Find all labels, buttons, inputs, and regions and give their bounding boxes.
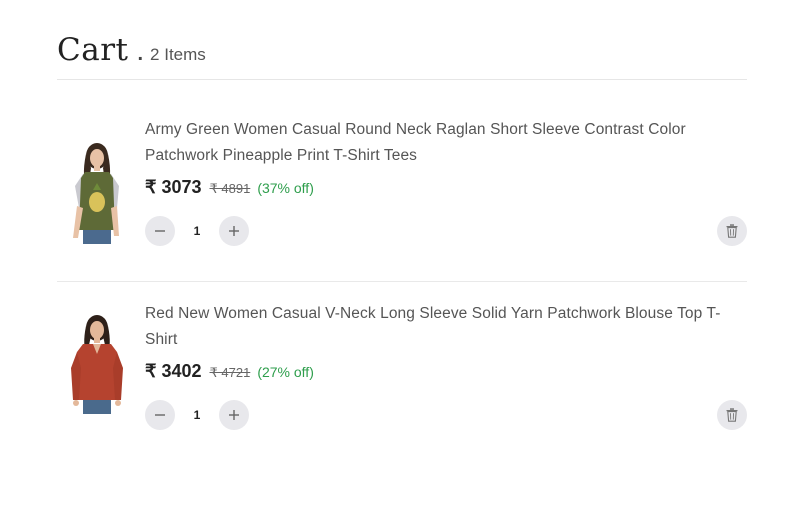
item-details: Red New Women Casual V-Neck Long Sleeve … <box>145 301 747 382</box>
discount-label: (37% off) <box>257 180 314 196</box>
product-name[interactable]: Red New Women Casual V-Neck Long Sleeve … <box>145 301 735 353</box>
trash-icon <box>726 408 738 422</box>
decrease-quantity-button[interactable] <box>145 216 175 246</box>
trash-icon <box>726 224 738 238</box>
quantity-value: 1 <box>193 224 201 238</box>
item-details: Army Green Women Casual Round Neck Ragla… <box>145 117 747 198</box>
discount-label: (27% off) <box>257 364 314 380</box>
decrease-quantity-button[interactable] <box>145 400 175 430</box>
product-image[interactable] <box>57 308 137 418</box>
original-price: ₹ 4891 <box>209 181 251 196</box>
quantity-value: 1 <box>193 408 201 422</box>
increase-quantity-button[interactable] <box>219 216 249 246</box>
sale-price: ₹ 3073 <box>145 177 202 197</box>
sale-price: ₹ 3402 <box>145 361 202 381</box>
cart-item: Army Green Women Casual Round Neck Ragla… <box>57 110 747 282</box>
remove-item-button[interactable] <box>717 400 747 430</box>
minus-icon <box>155 414 165 416</box>
cart-item: Red New Women Casual V-Neck Long Sleeve … <box>57 294 747 444</box>
page-title: Cart <box>57 32 129 68</box>
plus-icon <box>229 226 239 236</box>
price-row: ₹ 3073 ₹ 4891 (37% off) <box>145 177 747 198</box>
price-row: ₹ 3402 ₹ 4721 (27% off) <box>145 361 747 382</box>
quantity-stepper: 1 <box>145 216 249 246</box>
title-separator: . <box>137 43 144 65</box>
cart-header: Cart . 2 Items <box>57 30 747 80</box>
product-name[interactable]: Army Green Women Casual Round Neck Ragla… <box>145 117 735 169</box>
minus-icon <box>155 230 165 232</box>
original-price: ₹ 4721 <box>209 365 251 380</box>
product-image[interactable] <box>57 138 137 248</box>
quantity-stepper: 1 <box>145 400 249 430</box>
cart-page: Cart . 2 Items Army Green Women Casual R… <box>0 0 800 507</box>
remove-item-button[interactable] <box>717 216 747 246</box>
item-count: 2 Items <box>150 45 206 64</box>
plus-icon <box>229 410 239 420</box>
increase-quantity-button[interactable] <box>219 400 249 430</box>
